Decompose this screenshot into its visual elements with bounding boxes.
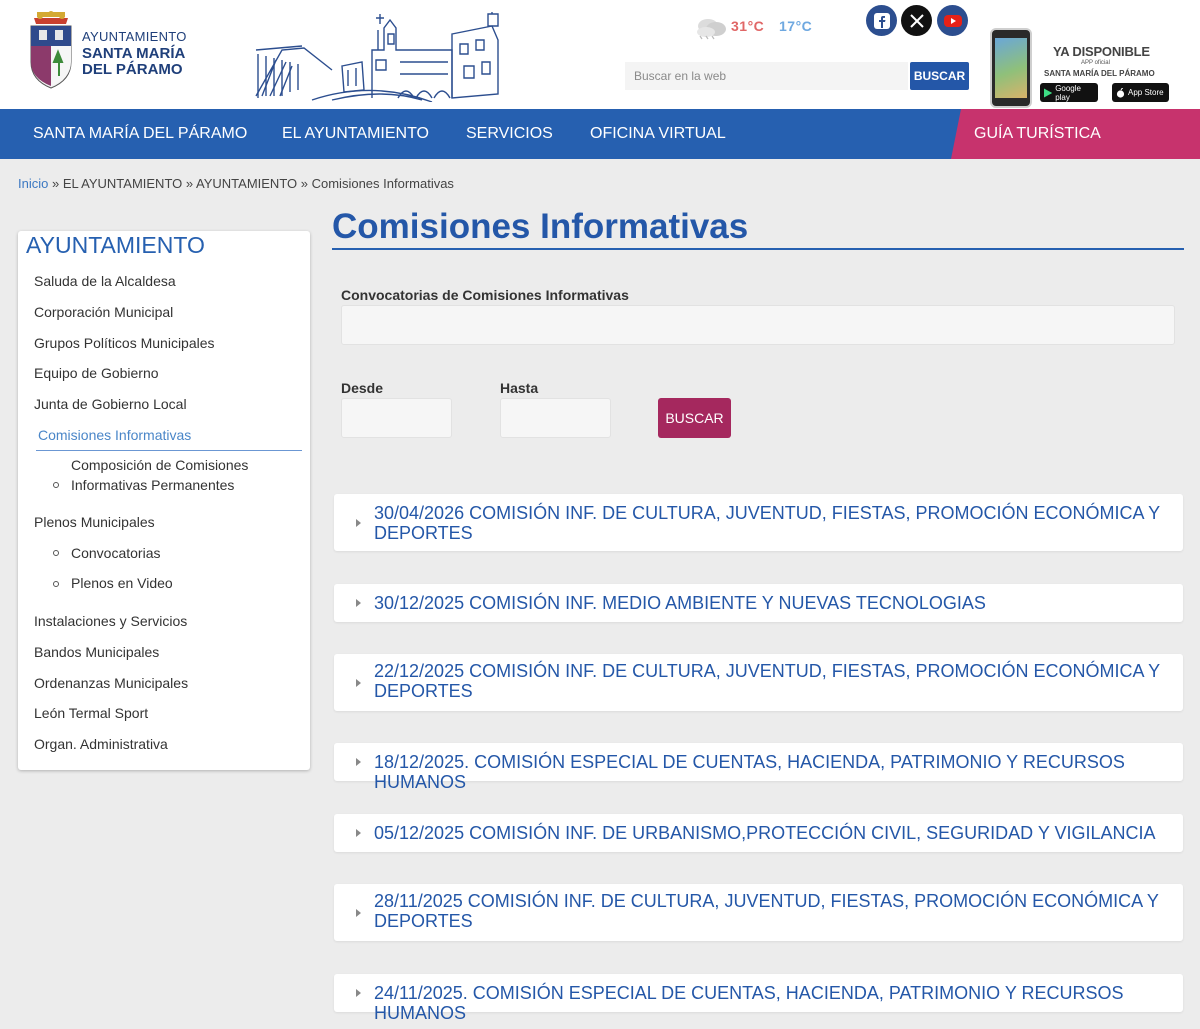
sidebar-subitem-plenos-video[interactable]: Plenos en Video [71, 573, 173, 593]
hasta-date-input[interactable] [500, 398, 611, 438]
phone-illustration [990, 28, 1032, 108]
breadcrumb-el-ayuntamiento[interactable]: EL AYUNTAMIENTO [63, 176, 182, 191]
accordion-item[interactable]: 24/11/2025. COMISIÓN ESPECIAL DE CUENTAS… [334, 974, 1183, 1023]
search-input[interactable] [625, 62, 908, 90]
facebook-icon[interactable] [866, 5, 897, 36]
sidebar-item-plenos[interactable]: Plenos Municipales [34, 514, 155, 530]
caret-right-icon [356, 989, 361, 997]
caret-right-icon [356, 909, 361, 917]
convocatorias-select[interactable] [341, 305, 1175, 345]
town-sketch-illustration [255, 12, 499, 102]
x-icon[interactable] [901, 5, 932, 36]
main-navigation: SANTA MARÍA DEL PÁRAMO EL AYUNTAMIENTO S… [0, 109, 1200, 159]
caret-right-icon [356, 679, 361, 687]
site-search: BUSCAR [625, 62, 969, 90]
subitem-line-1: Composición de Comisiones [71, 457, 249, 473]
app-promo-banner[interactable]: YA DISPONIBLE APP oficial SANTA MARÍA DE… [988, 28, 1178, 108]
apple-icon [1116, 87, 1125, 98]
filter-search-button[interactable]: BUSCAR [658, 398, 731, 438]
nav-guia-label: GUÍA TURÍSTICA [974, 125, 1101, 142]
accordion-item-title: 22/12/2025 COMISIÓN INF. DE CULTURA, JUV… [374, 661, 1160, 701]
desde-label: Desde [341, 380, 384, 396]
page-title: Comisiones Informativas [332, 207, 749, 246]
sidebar-item-equipo-gobierno[interactable]: Equipo de Gobierno [34, 365, 159, 381]
promo-app-name: SANTA MARÍA DEL PÁRAMO [1044, 69, 1155, 78]
caret-right-icon [356, 599, 361, 607]
logo-line-1: AYUNTAMIENTO [82, 29, 187, 44]
sidebar-subitem-convocatorias[interactable]: Convocatorias [71, 543, 161, 563]
breadcrumb-separator: » [182, 176, 197, 191]
accordion-item-title: 05/12/2025 COMISIÓN INF. DE URBANISMO,PR… [374, 823, 1156, 843]
nav-guia-turistica[interactable]: GUÍA TURÍSTICA [951, 109, 1200, 159]
sidebar-item-organ-administrativa[interactable]: Organ. Administrativa [34, 736, 168, 752]
sidebar-item-comisiones-active[interactable]: Comisiones Informativas [36, 427, 302, 451]
filter-label: Convocatorias de Comisiones Informativas [341, 287, 629, 303]
accordion-item-title: 24/11/2025. COMISIÓN ESPECIAL DE CUENTAS… [374, 983, 1124, 1023]
app-store-label: App Store [1128, 88, 1164, 97]
google-play-badge[interactable]: Google play [1040, 83, 1098, 102]
app-store-badge[interactable]: App Store [1112, 83, 1169, 102]
sidebar-subitem-composicion[interactable]: Composición de Comisiones Informativas P… [71, 455, 248, 495]
cloud-sun-icon [697, 19, 726, 40]
site-header: AYUNTAMIENTO SANTA MARÍA DEL PÁRAMO 31°C… [0, 0, 1200, 109]
nav-oficina-virtual[interactable]: OFICINA VIRTUAL [590, 109, 726, 159]
breadcrumb-separator: » [48, 176, 63, 191]
accordion-item-title: 18/12/2025. COMISIÓN ESPECIAL DE CUENTAS… [374, 752, 1125, 792]
coat-of-arms-icon [30, 11, 72, 89]
title-underline [332, 248, 1184, 250]
breadcrumb-ayuntamiento[interactable]: AYUNTAMIENTO [196, 176, 297, 191]
bullet-icon [53, 581, 59, 587]
accordion-item-title: 30/04/2026 COMISIÓN INF. DE CULTURA, JUV… [374, 503, 1160, 543]
accordion-item[interactable]: 28/11/2025 COMISIÓN INF. DE CULTURA, JUV… [334, 884, 1183, 941]
nav-santa-maria[interactable]: SANTA MARÍA DEL PÁRAMO [33, 109, 247, 159]
accordion-item-title: 28/11/2025 COMISIÓN INF. DE CULTURA, JUV… [374, 891, 1159, 931]
sidebar-item-ordenanzas[interactable]: Ordenanzas Municipales [34, 675, 188, 691]
accordion-item[interactable]: 05/12/2025 COMISIÓN INF. DE URBANISMO,PR… [334, 814, 1183, 852]
promo-title: YA DISPONIBLE [1053, 44, 1150, 59]
google-play-label: Google play [1055, 83, 1081, 102]
sidebar-item-bandos[interactable]: Bandos Municipales [34, 644, 159, 660]
sidebar-item-leon-termal[interactable]: León Termal Sport [34, 705, 148, 721]
nav-servicios[interactable]: SERVICIOS [466, 109, 553, 159]
temperature-max: 31°C [731, 18, 765, 34]
accordion-item[interactable]: 18/12/2025. COMISIÓN ESPECIAL DE CUENTAS… [334, 743, 1183, 792]
sidebar-menu: AYUNTAMIENTO Saluda de la Alcaldesa Corp… [18, 231, 310, 770]
caret-right-icon [356, 519, 361, 527]
sidebar-item-instalaciones[interactable]: Instalaciones y Servicios [34, 613, 187, 629]
caret-right-icon [356, 829, 361, 837]
logo-text: AYUNTAMIENTO SANTA MARÍA DEL PÁRAMO [82, 30, 187, 78]
subitem-line-2: Informativas Permanentes [71, 477, 235, 493]
nav-ayuntamiento[interactable]: EL AYUNTAMIENTO [282, 109, 429, 159]
accordion-item[interactable]: 22/12/2025 COMISIÓN INF. DE CULTURA, JUV… [334, 654, 1183, 711]
sidebar-item-grupos-politicos[interactable]: Grupos Políticos Municipales [34, 335, 215, 351]
logo-line-3: DEL PÁRAMO [82, 61, 183, 78]
bullet-icon [53, 482, 59, 488]
bullet-icon [53, 550, 59, 556]
logo-line-2: SANTA MARÍA [82, 45, 186, 62]
accordion-item-title: 30/12/2025 COMISIÓN INF. MEDIO AMBIENTE … [374, 593, 986, 613]
breadcrumb: Inicio » EL AYUNTAMIENTO » AYUNTAMIENTO … [18, 176, 454, 191]
sidebar-item-corporacion[interactable]: Corporación Municipal [34, 304, 173, 320]
caret-right-icon [356, 758, 361, 766]
hasta-label: Hasta [500, 380, 539, 396]
sidebar-title: AYUNTAMIENTO [26, 232, 205, 258]
breadcrumb-home[interactable]: Inicio [18, 176, 48, 191]
breadcrumb-separator: » [297, 176, 312, 191]
accordion-item[interactable]: 30/12/2025 COMISIÓN INF. MEDIO AMBIENTE … [334, 584, 1183, 622]
desde-date-input[interactable] [341, 398, 452, 438]
sidebar-item-junta-gobierno[interactable]: Junta de Gobierno Local [34, 396, 187, 412]
sidebar-item-saluda[interactable]: Saluda de la Alcaldesa [34, 273, 176, 289]
google-play-icon [1044, 87, 1053, 98]
accordion-item[interactable]: 30/04/2026 COMISIÓN INF. DE CULTURA, JUV… [334, 494, 1183, 551]
search-button[interactable]: BUSCAR [910, 62, 969, 90]
weather-widget: 31°C 17°C [694, 14, 824, 42]
youtube-icon[interactable] [937, 5, 968, 36]
breadcrumb-current: Comisiones Informativas [311, 176, 454, 191]
promo-subtitle: APP oficial [1081, 60, 1110, 66]
sidebar-active-label: Comisiones Informativas [38, 427, 192, 443]
site-logo[interactable]: AYUNTAMIENTO SANTA MARÍA DEL PÁRAMO [28, 10, 198, 90]
temperature-min: 17°C [779, 18, 813, 34]
